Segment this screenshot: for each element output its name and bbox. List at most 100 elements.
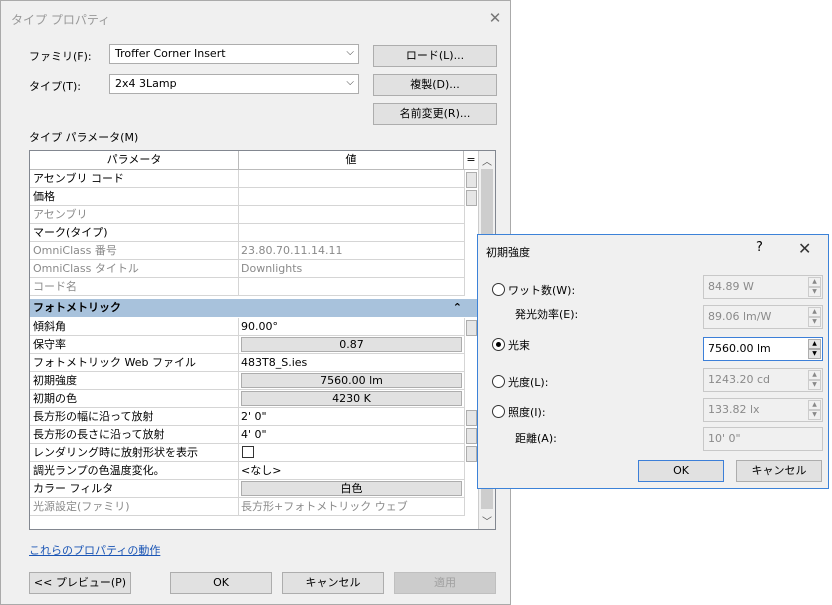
ok-button[interactable]: OK: [638, 460, 724, 482]
param-row[interactable]: 価格: [30, 188, 464, 206]
flux-value[interactable]: 7560.00 lm: [708, 342, 771, 355]
param-row[interactable]: カラー フィルタ 白色: [30, 480, 464, 498]
param-value[interactable]: 2' 0": [239, 408, 464, 425]
value-button[interactable]: 0.87: [241, 337, 462, 352]
param-name: 調光ランプの色温度変化。: [30, 462, 239, 479]
flux-radio[interactable]: [492, 338, 505, 351]
type-value: 2x4 3Lamp: [115, 77, 177, 90]
spin-up-icon: ▲: [808, 400, 821, 410]
param-row[interactable]: 傾斜角 90.00°: [30, 318, 464, 336]
param-name: 初期の色: [30, 390, 239, 407]
param-value[interactable]: [239, 444, 464, 461]
param-name: 傾斜角: [30, 318, 239, 335]
rename-button[interactable]: 名前変更(R)...: [373, 103, 497, 125]
formula-button[interactable]: [466, 190, 477, 206]
properties-behavior-link[interactable]: これらのプロパティの動作: [29, 542, 160, 558]
spin-up-icon: ▲: [808, 307, 821, 317]
spin-down-icon: ▼: [808, 410, 821, 420]
cancel-button[interactable]: キャンセル: [282, 572, 384, 594]
col-formula[interactable]: =: [464, 151, 478, 170]
wattage-radio[interactable]: [492, 283, 505, 296]
param-value: Downlights: [241, 262, 303, 275]
param-row[interactable]: OmniClass タイトル Downlights: [30, 260, 464, 278]
spin-down-icon: ▼: [808, 317, 821, 327]
close-icon[interactable]: ✕: [798, 239, 811, 258]
param-name: アセンブリ コード: [30, 170, 239, 187]
flux-input[interactable]: 7560.00 lm ▲ ▼: [703, 337, 823, 361]
family-select[interactable]: Troffer Corner Insert ⌵: [109, 44, 359, 64]
param-value[interactable]: [239, 224, 464, 241]
param-value[interactable]: 7560.00 lm: [239, 372, 464, 389]
param-row[interactable]: レンダリング時に放射形状を表示: [30, 444, 464, 462]
param-row[interactable]: フォトメトリック Web ファイル 483T8_S.ies: [30, 354, 464, 372]
param-value[interactable]: [239, 170, 464, 187]
formula-button[interactable]: [466, 410, 477, 426]
param-row[interactable]: 初期強度 7560.00 lm: [30, 372, 464, 390]
group-header-photometric[interactable]: フォトメトリック ⌃: [30, 299, 478, 317]
param-row[interactable]: 初期の色 4230 K: [30, 390, 464, 408]
param-value[interactable]: 4' 0": [239, 426, 464, 443]
load-button[interactable]: ロード(L)...: [373, 45, 497, 67]
ok-button[interactable]: OK: [170, 572, 272, 594]
param-value[interactable]: 483T8_S.ies: [239, 354, 464, 371]
param-value[interactable]: 90.00°: [239, 318, 464, 335]
param-name: カラー フィルタ: [30, 480, 239, 497]
spin-down-icon[interactable]: ▼: [808, 349, 821, 359]
type-properties-dialog: タイプ プロパティ ✕ ファミリ(F): Troffer Corner Inse…: [0, 0, 511, 605]
col-parameter[interactable]: パラメータ: [30, 151, 239, 170]
checkbox[interactable]: [242, 446, 254, 458]
flux-label: 光束: [508, 339, 530, 352]
param-row[interactable]: マーク(タイプ): [30, 224, 464, 242]
value-button[interactable]: 4230 K: [241, 391, 462, 406]
param-row[interactable]: 長方形の長さに沿って放射 4' 0": [30, 426, 464, 444]
param-row[interactable]: 保守率 0.87: [30, 336, 464, 354]
param-row[interactable]: アセンブリ: [30, 206, 464, 224]
param-name: マーク(タイプ): [30, 224, 239, 241]
preview-button[interactable]: << プレビュー(P): [29, 572, 131, 594]
help-icon[interactable]: ?: [756, 240, 763, 255]
illuminance-radio[interactable]: [492, 405, 505, 418]
param-value[interactable]: 0.87: [239, 336, 464, 353]
illuminance-label: 照度(I):: [508, 406, 546, 419]
luminous-value: 1243.20 cd: [708, 373, 771, 386]
scroll-down-icon[interactable]: ﹀: [481, 513, 493, 528]
wattage-label: ワット数(W):: [508, 284, 576, 297]
param-row[interactable]: 調光ランプの色温度変化。 <なし>: [30, 462, 464, 480]
param-value[interactable]: 白色: [239, 480, 464, 497]
param-value: [239, 278, 464, 295]
chevron-down-icon: ⌵: [346, 77, 354, 88]
formula-button[interactable]: [466, 320, 477, 336]
param-value[interactable]: 4230 K: [239, 390, 464, 407]
param-name: OmniClass タイトル: [30, 260, 239, 277]
formula-button[interactable]: [466, 172, 477, 188]
param-row[interactable]: OmniClass 番号 23.80.70.11.14.11: [30, 242, 464, 260]
param-row[interactable]: コード名: [30, 278, 464, 296]
param-row[interactable]: 長方形の幅に沿って放射 2' 0": [30, 408, 464, 426]
chevron-down-icon: ⌵: [346, 47, 354, 58]
type-select[interactable]: 2x4 3Lamp ⌵: [109, 74, 359, 94]
param-value: [239, 206, 464, 223]
family-label: ファミリ(F):: [29, 50, 92, 63]
spin-down-icon: ▼: [808, 287, 821, 297]
param-value: 23.80.70.11.14.11: [241, 244, 343, 257]
value-button[interactable]: 7560.00 lm: [241, 373, 462, 388]
value-button[interactable]: 白色: [241, 481, 462, 496]
param-value[interactable]: <なし>: [239, 462, 464, 479]
param-row[interactable]: アセンブリ コード: [30, 170, 464, 188]
efficacy-label: 発光効率(E):: [515, 308, 579, 321]
formula-button[interactable]: [466, 446, 477, 462]
luminous-radio[interactable]: [492, 375, 505, 388]
duplicate-button[interactable]: 複製(D)...: [373, 74, 497, 96]
spin-up-icon[interactable]: ▲: [808, 339, 821, 349]
param-value[interactable]: [239, 188, 464, 205]
distance-label: 距離(A):: [515, 432, 557, 445]
apply-button[interactable]: 適用: [394, 572, 496, 594]
col-value[interactable]: 値: [239, 151, 464, 170]
collapse-icon[interactable]: ⌃: [453, 299, 462, 317]
formula-button[interactable]: [466, 428, 477, 444]
cancel-button[interactable]: キャンセル: [736, 460, 822, 482]
scroll-up-icon[interactable]: ︿: [481, 153, 493, 168]
dialog-title: 初期強度: [486, 246, 530, 259]
param-row[interactable]: 光源設定(ファミリ) 長方形+フォトメトリック ウェブ: [30, 498, 464, 516]
close-icon[interactable]: ✕: [486, 9, 504, 27]
